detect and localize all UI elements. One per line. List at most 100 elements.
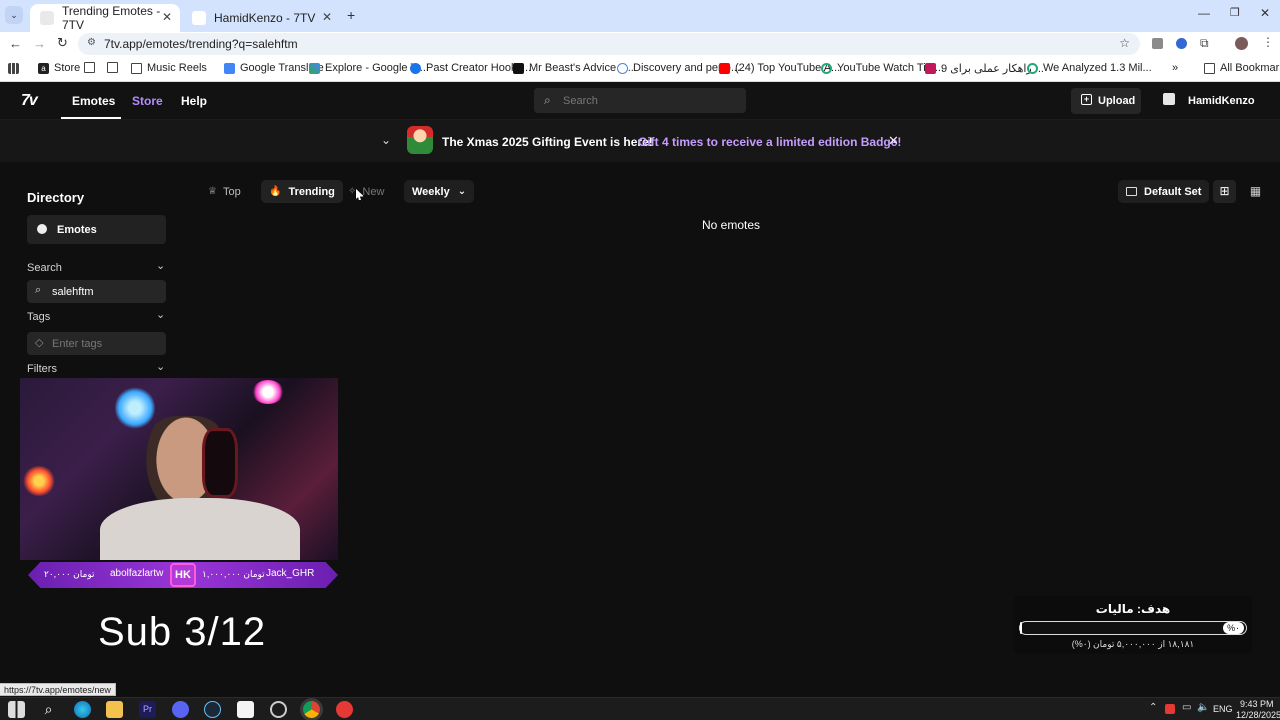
banner-close-icon[interactable]: ✕ [888, 133, 899, 149]
banner-link[interactable]: Gift 4 times to receive a limited editio… [638, 135, 901, 149]
neon-light-decor [115, 386, 155, 430]
fire-icon: 🔥 [269, 186, 282, 197]
network-icon[interactable]: ▭ [1182, 702, 1191, 713]
extension-icon[interactable] [1152, 38, 1163, 49]
site-info-icon[interactable]: ⚙ [87, 37, 96, 48]
address-bar[interactable]: ⚙ 7tv.app/emotes/trending?q=salehftm ☆ [78, 33, 1140, 55]
forward-icon[interactable]: → [33, 36, 46, 51]
more-bookmarks-icon[interactable]: » [1172, 62, 1178, 74]
chrome-icon[interactable] [303, 701, 320, 718]
tab-close-icon[interactable]: ✕ [322, 10, 332, 24]
tab-close-icon[interactable]: ✕ [162, 10, 172, 24]
file-explorer-icon[interactable] [106, 701, 123, 718]
tab-hamidkenzo[interactable]: HamidKenzo - 7TV ✕ [182, 4, 340, 32]
goal-progress-track: %۰ [1019, 621, 1247, 635]
7tv-logo[interactable]: 7v [21, 92, 38, 110]
extensions-puzzle-icon[interactable]: ⧉ [1200, 36, 1209, 51]
small-grid-view-icon[interactable]: ▦ [1244, 180, 1267, 203]
google-icon [617, 62, 628, 74]
profile-avatar[interactable] [1235, 37, 1248, 50]
tab-trending-emotes[interactable]: Trending Emotes - 7TV ✕ [30, 4, 180, 32]
tray-app-icon[interactable] [1165, 704, 1175, 714]
goal-percent-label: %۰ [1223, 622, 1244, 634]
event-banner: ⌄ The Xmas 2025 Gifting Event is here! G… [0, 120, 1280, 162]
sort-trending-button[interactable]: 🔥 Trending [261, 180, 343, 203]
tab-search-button[interactable]: ⌄ [5, 6, 23, 24]
upload-button[interactable]: + Upload [1071, 88, 1141, 114]
donor-right-name: Jack_GHR [266, 568, 315, 579]
user-avatar[interactable] [1163, 93, 1175, 105]
minimize-icon[interactable]: — [1198, 6, 1210, 20]
search-icon[interactable]: ⌕ [40, 701, 57, 718]
bookmark-star-icon[interactable]: ☆ [1119, 36, 1130, 50]
site-icon [1027, 62, 1038, 74]
volume-icon[interactable]: 🔈 [1197, 702, 1209, 713]
emote-face-icon [37, 224, 47, 234]
chevron-down-icon: ⌄ [457, 186, 467, 197]
large-grid-view-icon[interactable]: ⊞ [1213, 180, 1236, 203]
new-tab-icon[interactable]: + [347, 7, 355, 23]
bookmark-folder[interactable] [84, 62, 100, 73]
clock-date[interactable]: 12/28/2025 [1236, 710, 1280, 720]
steam-icon[interactable] [204, 701, 221, 718]
donor-left-amount: ۲۰,۰۰۰ تومان [44, 569, 95, 579]
global-search-input[interactable]: ⌕ Search [534, 88, 746, 113]
tray-chevron-icon[interactable]: ⌃ [1149, 702, 1157, 713]
nav-store[interactable]: Store [132, 94, 163, 108]
sort-top-button[interactable]: ♕ Top [200, 180, 249, 203]
back-icon[interactable]: ← [9, 36, 22, 51]
trophy-icon: ♕ [208, 186, 217, 197]
default-set-button[interactable]: Default Set [1118, 180, 1210, 203]
language-indicator[interactable]: ENG [1213, 704, 1233, 714]
search-section-label: Search [27, 262, 62, 274]
goal-title: هدف: ماليات [1095, 602, 1171, 616]
bookmarks-bar: a Store Music Reels Google Translate Expl… [0, 56, 1280, 82]
bookmark-item[interactable]: Mr Beast's Advice F... [513, 62, 634, 74]
edge-icon[interactable] [74, 701, 91, 718]
tags-input[interactable]: ◇ Enter tags [27, 332, 166, 355]
bookmark-folder[interactable] [107, 62, 123, 73]
app-icon[interactable] [336, 701, 353, 718]
username[interactable]: HamidKenzo [1188, 95, 1255, 107]
windows-start-icon[interactable] [8, 701, 25, 718]
window-close-icon[interactable]: ✕ [1260, 6, 1270, 20]
clock-time[interactable]: 9:43 PM [1240, 699, 1274, 709]
sidebar-item-emotes[interactable]: Emotes [27, 215, 166, 244]
emote-search-input[interactable]: ⌕ salehftm [27, 280, 166, 303]
chevron-down-icon[interactable]: ⌄ [156, 259, 165, 272]
site-nav: 7v Emotes Store Help ⌕ Search + Upload H… [0, 82, 1280, 120]
discord-icon[interactable] [172, 701, 189, 718]
url-text: 7tv.app/emotes/trending?q=salehftm [104, 37, 298, 51]
nav-help[interactable]: Help [181, 94, 207, 108]
site-icon [925, 63, 936, 74]
banner-text: The Xmas 2025 Gifting Event is here! [442, 135, 653, 149]
bookmark-item[interactable]: We Analyzed 1.3 Mil... [1027, 62, 1152, 74]
donor-right-amount: ۱,۰۰۰,۰۰۰ تومان [202, 569, 265, 579]
period-dropdown[interactable]: Weekly ⌄ [404, 180, 475, 203]
sort-new-button[interactable]: ✧ New [340, 180, 392, 203]
chevron-down-icon[interactable]: ⌄ [156, 308, 165, 321]
store-icon[interactable] [237, 701, 254, 718]
webcam-overlay [20, 378, 338, 560]
reload-icon[interactable]: ↻ [57, 35, 68, 51]
bookmark-item[interactable]: a Store [38, 62, 80, 74]
chevron-down-icon[interactable]: ⌄ [156, 360, 165, 373]
bookmark-folder[interactable]: Music Reels [131, 62, 207, 74]
nav-emotes[interactable]: Emotes [72, 94, 115, 108]
neon-light-decor [252, 380, 284, 404]
goal-progress-fill [1020, 622, 1023, 634]
apps-grid-icon[interactable] [8, 63, 24, 74]
google-translate-icon [224, 62, 235, 74]
7tv-favicon-icon [192, 11, 206, 25]
all-bookmarks[interactable]: All Bookmarks [1204, 62, 1280, 74]
neon-light-decor [22, 466, 56, 496]
clock-app-icon[interactable] [270, 701, 287, 718]
santa-icon [407, 126, 433, 154]
tab-title: HamidKenzo - 7TV [214, 11, 316, 25]
extension-icon[interactable] [1176, 38, 1187, 49]
chevron-down-icon[interactable]: ⌄ [381, 133, 391, 147]
restore-icon[interactable]: ❐ [1230, 6, 1240, 19]
premiere-icon[interactable]: Pr [139, 701, 156, 718]
chrome-menu-icon[interactable]: ⋮ [1262, 35, 1274, 49]
folder-icon [1204, 62, 1215, 74]
